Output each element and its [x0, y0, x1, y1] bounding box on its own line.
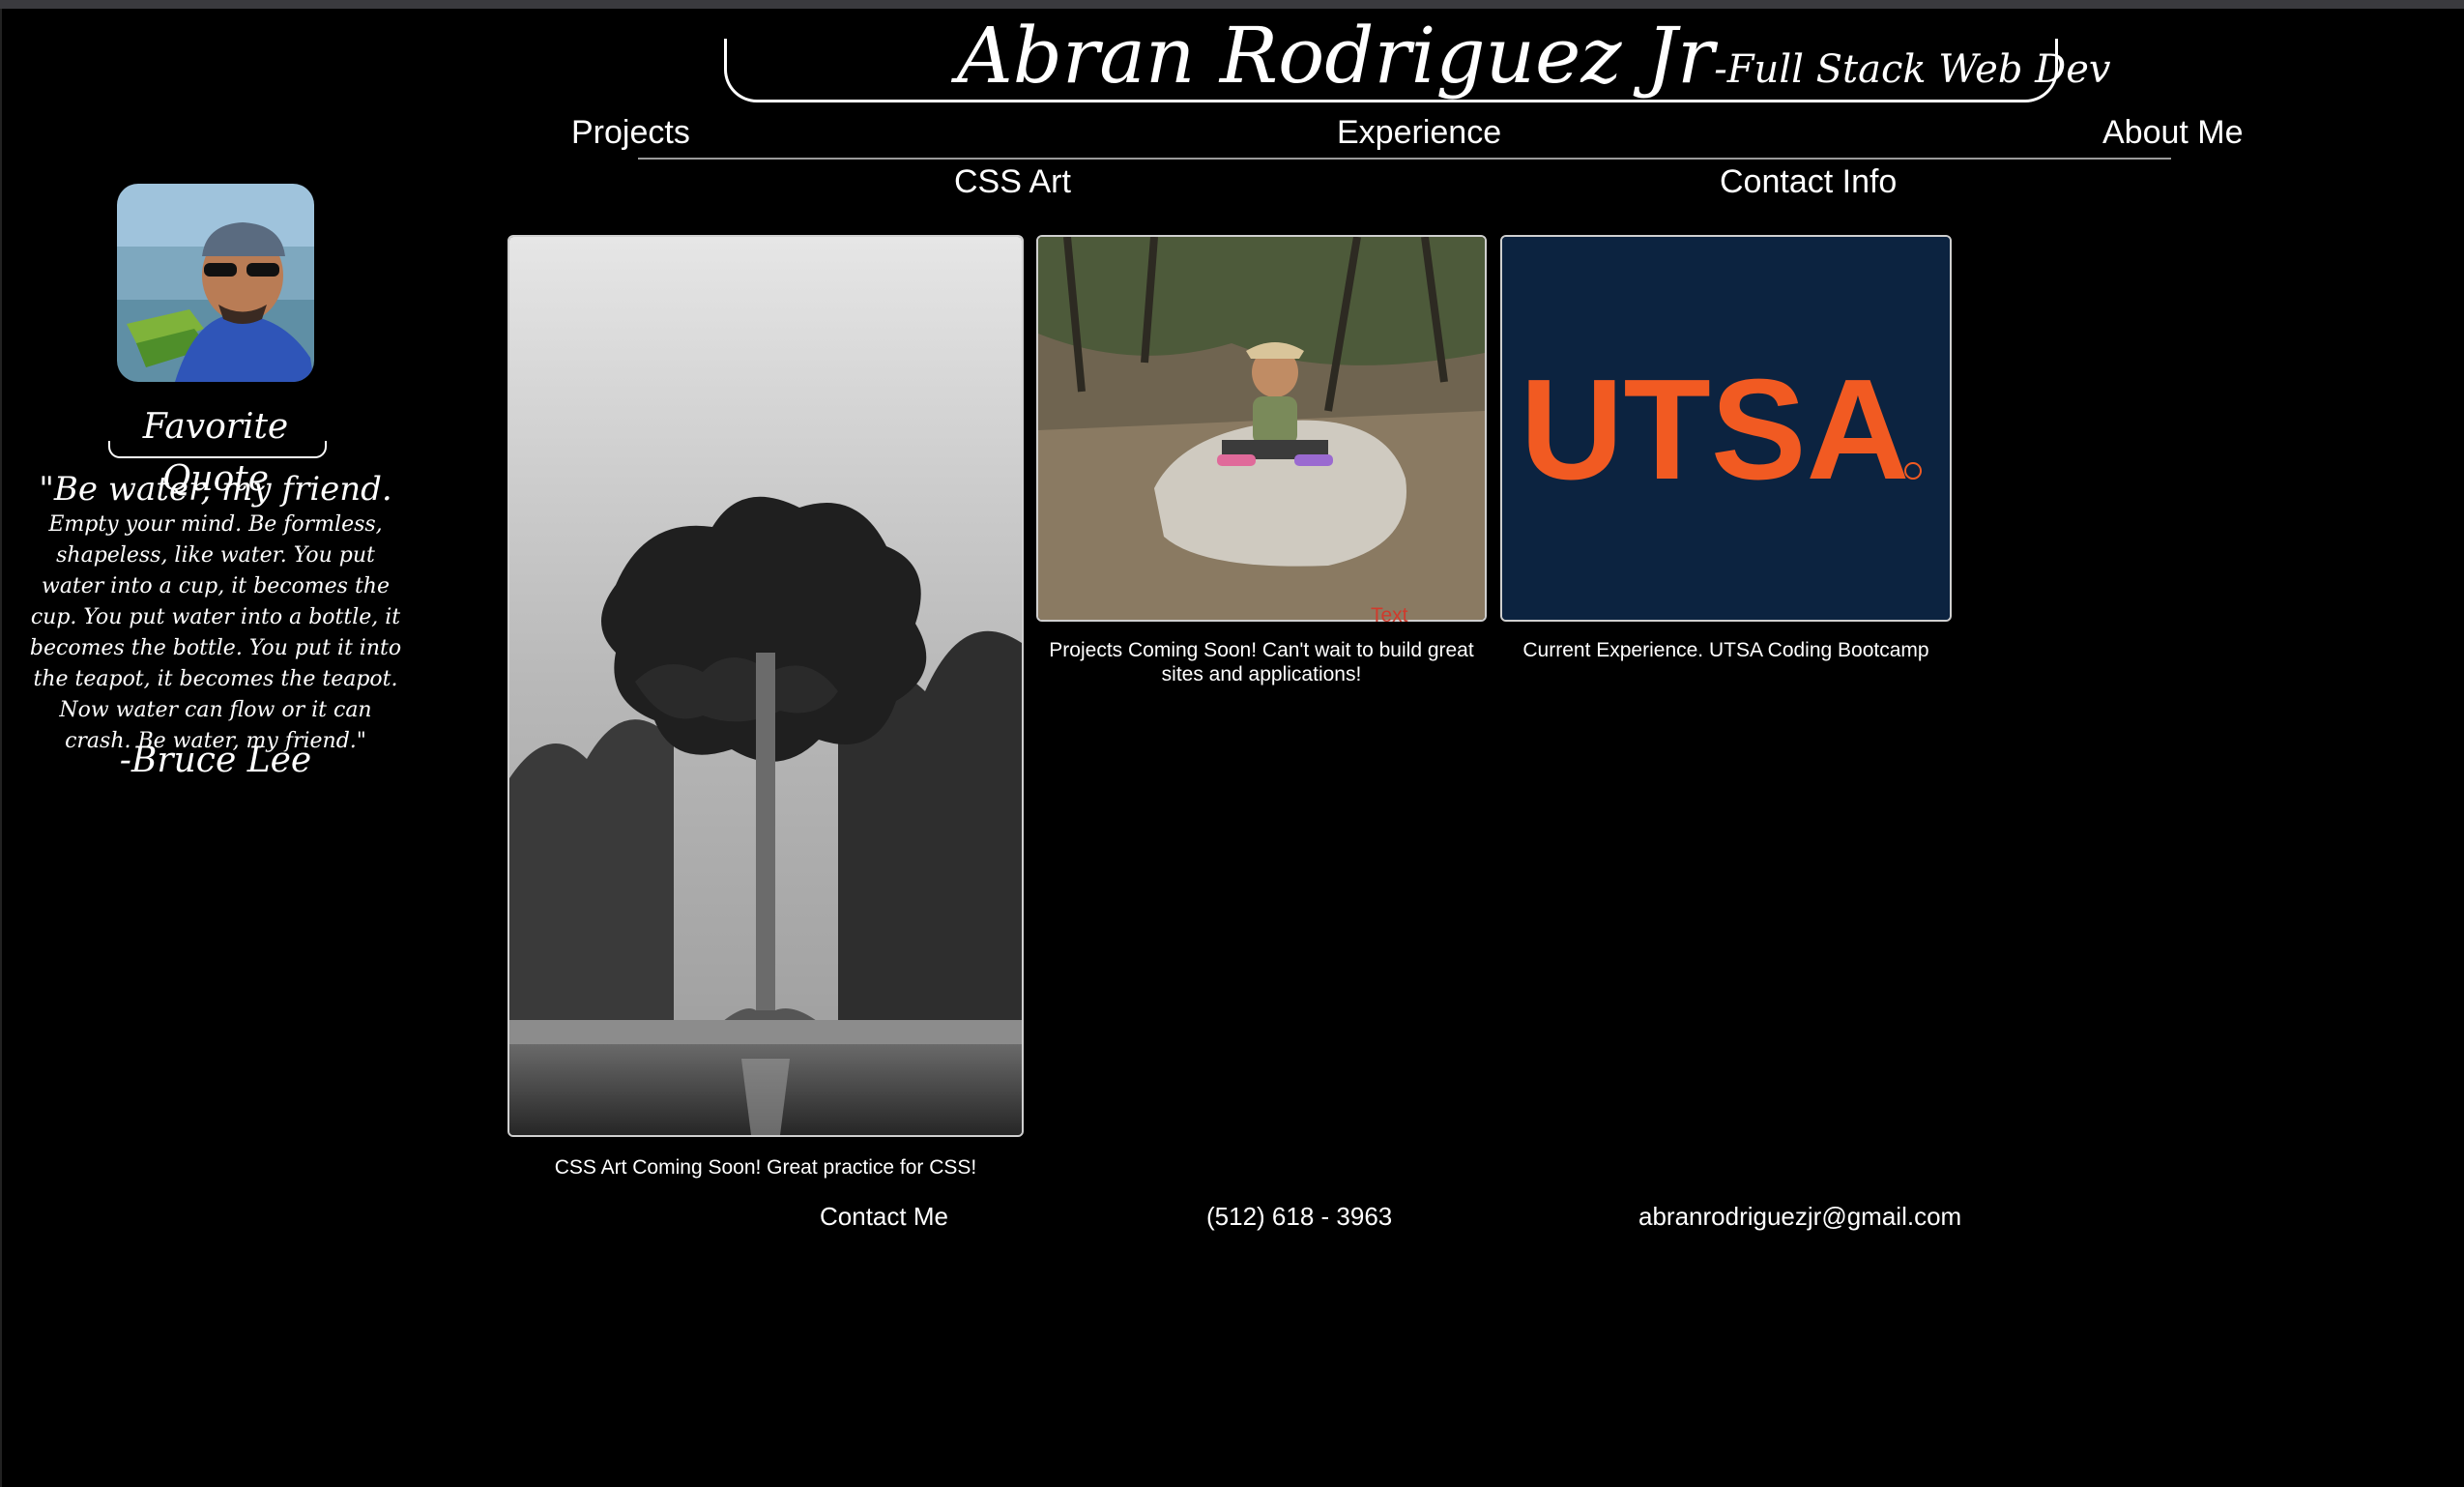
css-art-card[interactable]	[507, 235, 1024, 1137]
utsa-logo: UTSA	[1502, 237, 1950, 620]
nav-about-me[interactable]: About Me	[2102, 112, 2244, 153]
quote-lead: "Be water, my friend.	[39, 470, 392, 509]
quote-rest: Empty your mind. Be formless, shapeless,…	[29, 512, 402, 753]
quote-author: -Bruce Lee	[119, 741, 312, 780]
site-title-role: -Full Stack Web Dev	[1714, 47, 2111, 92]
avatar	[117, 184, 314, 382]
window-edge	[0, 9, 2, 1487]
nav-divider	[638, 158, 2171, 160]
projects-photo	[1038, 237, 1485, 620]
nav-experience[interactable]: Experience	[1337, 112, 1501, 153]
nav-css-art[interactable]: CSS Art	[954, 161, 1071, 202]
experience-card[interactable]: UTSA	[1500, 235, 1952, 622]
footer-contact-me: Contact Me	[820, 1202, 948, 1231]
avatar-photo	[117, 184, 314, 382]
favorite-quote: "Be water, my friend. Empty your mind. B…	[27, 473, 404, 757]
experience-caption: Current Experience. UTSA Coding Bootcamp	[1522, 639, 1929, 661]
projects-caption: Projects Coming Soon! Can't wait to buil…	[1049, 639, 1474, 685]
utsa-logo-text: UTSA	[1521, 350, 1910, 510]
nav-projects[interactable]: Projects	[571, 112, 690, 153]
css-art-caption: CSS Art Coming Soon! Great practice for …	[554, 1156, 977, 1179]
site-title-name: Abran Rodriguez Jr	[957, 11, 1715, 101]
quote-heading-underline	[108, 441, 327, 458]
footer-phone[interactable]: (512) 618 - 3963	[1206, 1199, 1392, 1234]
nav-contact-info[interactable]: Contact Info	[1720, 161, 1897, 202]
site-title: Abran Rodriguez Jr-Full Stack Web Dev	[957, 8, 2110, 104]
stray-text-label: Text	[1371, 604, 1408, 627]
tree-photo	[509, 237, 1022, 1135]
footer-email[interactable]: abranrodriguezjr@gmail.com	[1638, 1199, 1961, 1234]
projects-card[interactable]	[1036, 235, 1487, 622]
